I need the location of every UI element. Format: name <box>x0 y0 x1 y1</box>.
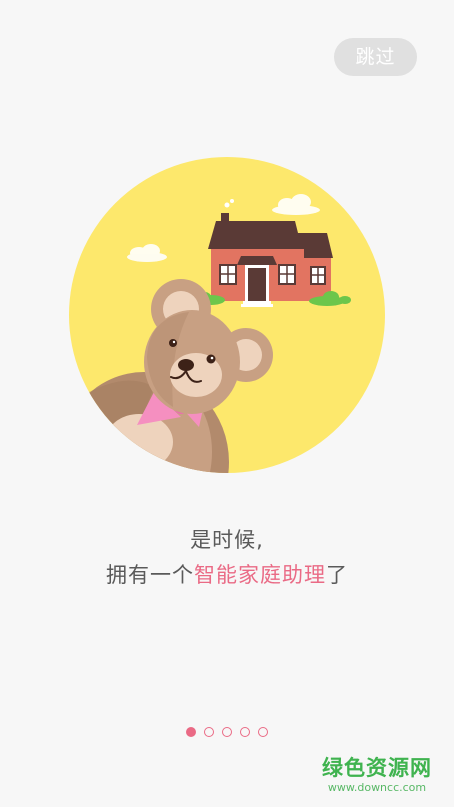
caption-highlight: 智能家庭助理 <box>194 563 326 587</box>
page-indicator <box>0 727 454 737</box>
watermark: 绿色资源网 www.downcc.com <box>318 755 436 795</box>
caption-line-2: 拥有一个智能家庭助理了 <box>0 559 454 589</box>
page-dot[interactable] <box>204 727 214 737</box>
onboarding-illustration <box>69 157 385 473</box>
page-dot[interactable] <box>240 727 250 737</box>
caption-line-2-prefix: 拥有一个 <box>106 563 194 587</box>
skip-button[interactable]: 跳过 <box>334 38 417 76</box>
caption-line-1: 是时候, <box>190 528 264 552</box>
page-dot[interactable] <box>258 727 268 737</box>
page-dot[interactable] <box>222 727 232 737</box>
watermark-title: 绿色资源网 <box>322 756 432 780</box>
page-dot[interactable] <box>186 727 196 737</box>
watermark-url: www.downcc.com <box>327 781 427 794</box>
caption-line-2-suffix: 了 <box>326 563 348 587</box>
